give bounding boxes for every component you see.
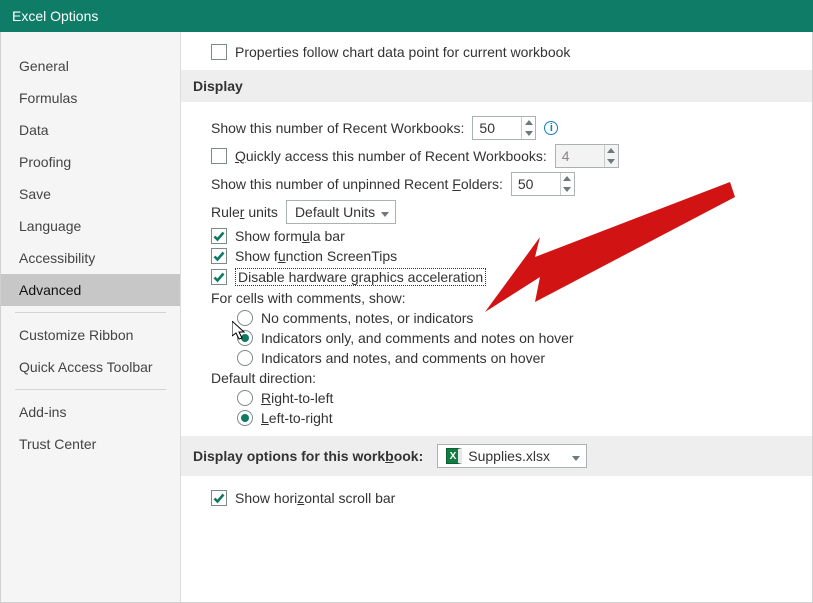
recent-folders-value[interactable] (512, 173, 560, 195)
recent-folders-label: Show this number of unpinned Recent Fold… (211, 176, 503, 192)
chevron-up-icon[interactable] (522, 117, 535, 128)
comments-show-heading: For cells with comments, show: (211, 290, 406, 306)
show-horizontal-scrollbar-checkbox[interactable] (211, 490, 227, 506)
sidebar-separator (15, 312, 166, 313)
properties-follow-label: Properties follow chart data point for c… (235, 44, 570, 60)
window-titlebar: Excel Options (0, 0, 813, 32)
workbook-section-label: Display options for this workbook: (193, 448, 423, 464)
excel-file-icon: X (446, 448, 462, 464)
sidebar-item-proofing[interactable]: Proofing (1, 146, 180, 178)
sidebar-item-save[interactable]: Save (1, 178, 180, 210)
section-display-header: Display (181, 70, 812, 102)
default-direction-heading: Default direction: (211, 370, 316, 386)
comments-indicators-notes-label: Indicators and notes, and comments on ho… (261, 350, 545, 366)
sidebar-item-add-ins[interactable]: Add-ins (1, 396, 180, 428)
sidebar-item-formulas[interactable]: Formulas (1, 82, 180, 114)
disable-hardware-accel-checkbox[interactable] (211, 269, 227, 285)
comments-indicators-only-radio[interactable] (237, 330, 253, 346)
chevron-down-icon (572, 448, 580, 464)
sidebar-item-trust-center[interactable]: Trust Center (1, 428, 180, 460)
quick-access-recent-spinner (555, 144, 619, 168)
direction-ltr-label: Left-to-right (261, 410, 333, 426)
sidebar-item-language[interactable]: Language (1, 210, 180, 242)
quick-access-recent-label: Quickly access this number of Recent Wor… (235, 148, 547, 164)
sidebar-item-advanced[interactable]: Advanced (1, 274, 180, 306)
recent-workbooks-value[interactable] (473, 117, 521, 139)
window-title: Excel Options (12, 8, 98, 24)
workbook-name: Supplies.xlsx (468, 448, 550, 464)
sidebar: General Formulas Data Proofing Save Lang… (1, 32, 181, 602)
ruler-units-combo[interactable]: Default Units (286, 200, 396, 224)
chevron-up-icon (605, 145, 618, 156)
section-workbook-header: Display options for this workbook: X Sup… (181, 436, 812, 476)
sidebar-item-data[interactable]: Data (1, 114, 180, 146)
sidebar-item-customize-ribbon[interactable]: Customize Ribbon (1, 319, 180, 351)
options-dialog: General Formulas Data Proofing Save Lang… (0, 32, 813, 603)
recent-workbooks-label: Show this number of Recent Workbooks: (211, 120, 464, 136)
spinner-arrows (604, 145, 618, 167)
chevron-down-icon (605, 156, 618, 167)
chevron-down-icon (381, 204, 389, 220)
spinner-arrows[interactable] (560, 173, 574, 195)
properties-follow-checkbox[interactable] (211, 44, 227, 60)
content-pane: Properties follow chart data point for c… (181, 32, 812, 602)
sidebar-separator (15, 389, 166, 390)
ruler-units-label: Ruler units (211, 204, 278, 220)
quick-access-recent-value (556, 145, 604, 167)
workbook-select-combo[interactable]: X Supplies.xlsx (437, 444, 587, 468)
show-formula-bar-checkbox[interactable] (211, 228, 227, 244)
show-formula-bar-label: Show formula bar (235, 228, 345, 244)
show-function-screentips-checkbox[interactable] (211, 248, 227, 264)
direction-rtl-label: Right-to-left (261, 390, 333, 406)
spinner-arrows[interactable] (521, 117, 535, 139)
show-function-screentips-label: Show function ScreenTips (235, 248, 397, 264)
comments-none-radio[interactable] (237, 310, 253, 326)
ruler-units-value: Default Units (295, 204, 375, 220)
comments-indicators-only-label: Indicators only, and comments and notes … (261, 330, 574, 346)
disable-hardware-accel-label: Disable hardware graphics acceleration (235, 268, 486, 286)
show-horizontal-scrollbar-label: Show horizontal scroll bar (235, 490, 395, 506)
info-icon[interactable]: i (544, 121, 558, 135)
sidebar-item-quick-access-toolbar[interactable]: Quick Access Toolbar (1, 351, 180, 383)
comments-indicators-notes-radio[interactable] (237, 350, 253, 366)
direction-ltr-radio[interactable] (237, 410, 253, 426)
sidebar-item-accessibility[interactable]: Accessibility (1, 242, 180, 274)
quick-access-recent-checkbox[interactable] (211, 148, 227, 164)
recent-folders-spinner[interactable] (511, 172, 575, 196)
sidebar-item-general[interactable]: General (1, 50, 180, 82)
comments-none-label: No comments, notes, or indicators (261, 310, 473, 326)
chevron-down-icon[interactable] (522, 128, 535, 139)
direction-rtl-radio[interactable] (237, 390, 253, 406)
recent-workbooks-spinner[interactable] (472, 116, 536, 140)
chevron-up-icon[interactable] (561, 173, 574, 184)
chevron-down-icon[interactable] (561, 184, 574, 195)
